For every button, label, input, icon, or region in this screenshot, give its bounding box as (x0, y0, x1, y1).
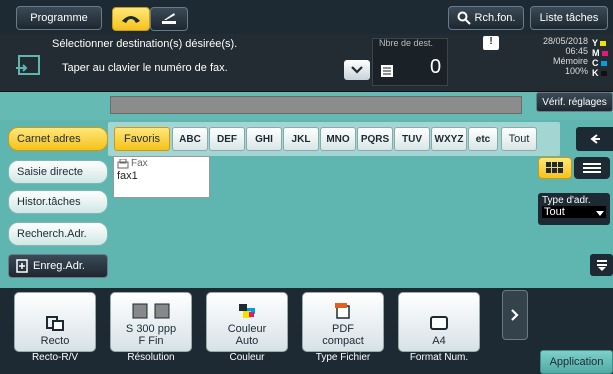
tab-etc[interactable]: etc (468, 127, 498, 151)
phone-icon (122, 16, 140, 23)
address-search-tab[interactable]: Recherch.Adr. (8, 222, 108, 246)
tab-all[interactable]: Tout (501, 127, 537, 151)
list-type-header: Fax (114, 157, 209, 170)
resolution-icon (132, 303, 170, 319)
color-icon (239, 304, 255, 318)
chevron-down-icon (351, 66, 363, 74)
duplex-caption: Recto-R/V (31, 352, 79, 363)
pdf-icon (335, 303, 350, 319)
status-info: 28/05/2018 06:45 Mémoire 100% (542, 36, 588, 76)
fax-input-icon (16, 55, 40, 75)
grid-view-icon (546, 162, 563, 173)
programme-button[interactable]: Programme (16, 6, 102, 30)
tab-mno[interactable]: MNO (320, 127, 356, 151)
address-list: Fax fax1 (113, 156, 210, 198)
scroll-down-button[interactable] (590, 254, 613, 276)
tab-pqrs[interactable]: PQRS (357, 127, 393, 151)
search-icon (457, 11, 471, 25)
grid-view-button[interactable] (538, 157, 572, 179)
color-button[interactable]: Couleur Auto (206, 292, 288, 352)
job-list-button[interactable]: Liste tâches (530, 6, 608, 30)
chevron-right-icon (511, 309, 519, 321)
scan-size-button[interactable]: A4 (398, 292, 480, 352)
instruction-line2: Taper au clavier le numéro de fax. (62, 62, 228, 74)
address-book-tab[interactable]: Carnet adres (8, 127, 108, 151)
fax-icon (117, 158, 129, 168)
tab-def[interactable]: DEF (209, 127, 245, 151)
tab-jkl[interactable]: JKL (283, 127, 319, 151)
dropdown-button[interactable] (344, 60, 370, 80)
arrow-left-icon (589, 134, 600, 144)
color-caption: Couleur (229, 352, 265, 363)
chevron-down-icon (596, 211, 604, 216)
list-icon (381, 65, 393, 77)
list-view-icon (583, 163, 601, 173)
tab-wxyz[interactable]: WXYZ (431, 127, 467, 151)
file-type-caption: Type Fichier (315, 352, 371, 363)
scroll-down-icon (596, 260, 607, 271)
tab-abc[interactable]: ABC (172, 127, 208, 151)
paper-size-icon (430, 316, 448, 330)
duplex-icon (46, 316, 64, 331)
address-type-filter[interactable]: Type d'adr. Tout (538, 193, 610, 225)
alert-icon: ! (483, 36, 499, 50)
search-fax-button[interactable]: Rch.fon. (448, 6, 524, 30)
dest-count-value: 0 (430, 56, 442, 78)
check-settings-button[interactable]: Vérif. réglages (536, 92, 613, 112)
fax-mode-tab[interactable] (112, 7, 150, 31)
scan-size-caption: Format Num. (409, 352, 469, 363)
register-icon (16, 259, 28, 273)
instruction-line1: Sélectionner destination(s) désirée(s). (52, 38, 238, 50)
toner-yellow-bar (600, 40, 607, 46)
list-item[interactable]: fax1 (114, 170, 209, 182)
tab-favorites[interactable]: Favoris (114, 127, 170, 151)
toner-black-bar (600, 70, 607, 76)
duplex-button[interactable]: Recto (14, 292, 96, 352)
register-address-button[interactable]: Enreg.Adr. (8, 254, 108, 278)
toner-magenta-bar (601, 50, 608, 56)
toner-status: Y M C K (592, 38, 610, 78)
direct-input-tab[interactable]: Saisie directe (8, 160, 108, 184)
scan-mode-tab[interactable] (150, 7, 188, 31)
job-history-tab[interactable]: Histor.tâches (8, 190, 108, 214)
resolution-caption: Résolution (127, 352, 175, 363)
tab-tuv[interactable]: TUV (394, 127, 430, 151)
list-view-button[interactable] (574, 157, 610, 179)
application-button[interactable]: Application (540, 350, 613, 374)
resolution-button[interactable]: S 300 ppp F Fin (110, 292, 192, 352)
collapse-panel-button[interactable] (576, 127, 613, 151)
dest-count-label: Nbre de dest. (379, 38, 434, 48)
tab-ghi[interactable]: GHI (246, 127, 282, 151)
destination-input-field[interactable] (110, 96, 522, 114)
toner-cyan-bar (600, 60, 607, 66)
file-type-button[interactable]: PDF compact (302, 292, 384, 352)
scanner-icon (162, 13, 176, 24)
next-functions-button[interactable] (502, 290, 528, 340)
